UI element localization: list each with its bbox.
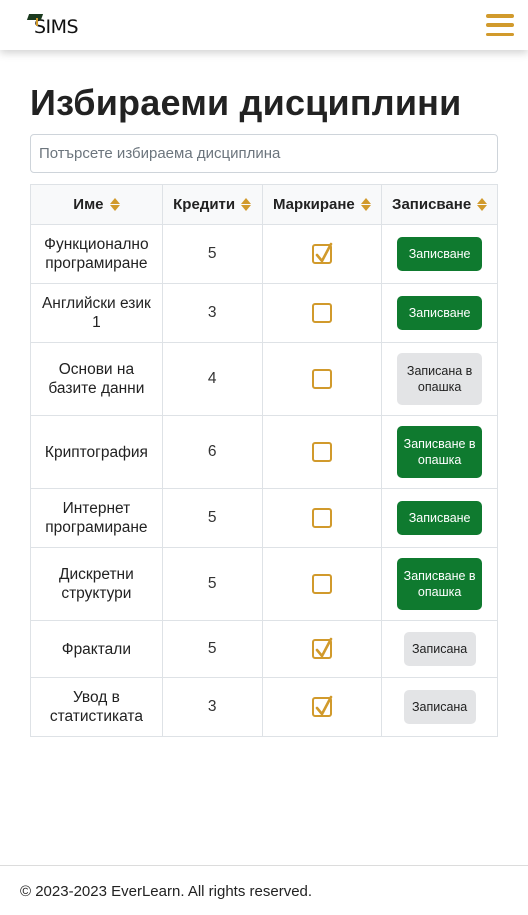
table-row: Английски език 1 3 Записване bbox=[30, 283, 498, 343]
column-header-name[interactable]: Име bbox=[30, 184, 163, 225]
course-name: Функционално програмиране bbox=[30, 224, 163, 284]
mark-checkbox[interactable] bbox=[311, 242, 333, 264]
course-credits: 5 bbox=[161, 224, 263, 284]
table-row: Основи на базите данни 4 Записана в опаш… bbox=[30, 342, 498, 416]
enrolled-status-button[interactable]: Записана bbox=[403, 690, 476, 724]
sort-icon bbox=[109, 198, 120, 211]
graduation-cap-icon bbox=[26, 12, 48, 38]
course-name: Основи на базите данни bbox=[30, 342, 163, 416]
mark-checkbox[interactable] bbox=[311, 369, 332, 389]
table-row: Дискретни структури 5 Записване в опашка bbox=[30, 547, 498, 621]
course-name: Английски език 1 bbox=[30, 283, 163, 343]
course-name: Интернет програмиране bbox=[30, 488, 163, 548]
hamburger-menu-icon[interactable] bbox=[486, 14, 514, 36]
course-credits: 3 bbox=[161, 283, 263, 343]
checkmark-icon bbox=[315, 242, 333, 263]
course-name: Дискретни структури bbox=[30, 547, 163, 621]
top-navbar: SIMS bbox=[0, 0, 528, 50]
enroll-button[interactable]: Записване bbox=[397, 237, 483, 271]
course-credits: 5 bbox=[161, 488, 263, 548]
table-row: Функционално програмиране 5 Записване bbox=[30, 224, 498, 284]
mark-checkbox[interactable] bbox=[311, 574, 332, 594]
table-row: Интернет програмиране 5 Записване bbox=[30, 488, 498, 548]
mark-checkbox[interactable] bbox=[311, 442, 332, 462]
mark-checkbox[interactable] bbox=[311, 508, 332, 528]
checkmark-icon bbox=[315, 695, 333, 716]
mark-checkbox[interactable] bbox=[311, 303, 332, 323]
course-credits: 6 bbox=[161, 415, 263, 489]
course-credits: 4 bbox=[161, 342, 263, 416]
page-title: Избираеми дисциплини bbox=[30, 82, 462, 123]
electives-table: Име Кредити Маркиране Записване Функцион… bbox=[30, 184, 498, 737]
course-credits: 5 bbox=[161, 620, 263, 678]
table-row: Увод в статистиката 3 Записана bbox=[30, 677, 498, 737]
column-header-enrollment[interactable]: Записване bbox=[381, 184, 498, 225]
table-row: Фрактали 5 Записана bbox=[30, 620, 498, 678]
copyright-text: © 2023-2023 EverLearn. All rights reserv… bbox=[20, 883, 313, 900]
search-input[interactable] bbox=[30, 134, 498, 173]
page-footer: © 2023-2023 EverLearn. All rights reserv… bbox=[0, 865, 528, 915]
course-name: Фрактали bbox=[30, 620, 163, 678]
course-credits: 3 bbox=[161, 677, 263, 737]
table-row: Криптография 6 Записване в опашка bbox=[30, 415, 498, 489]
course-name: Увод в статистиката bbox=[30, 677, 163, 737]
enroll-button[interactable]: Записване bbox=[397, 296, 483, 330]
mark-checkbox[interactable] bbox=[311, 695, 333, 717]
enroll-queue-button[interactable]: Записване в опашка bbox=[397, 558, 483, 610]
enroll-button[interactable]: Записване bbox=[397, 501, 483, 535]
table-header-row: Име Кредити Маркиране Записване bbox=[30, 184, 498, 225]
course-name: Криптография bbox=[30, 415, 163, 489]
column-header-marking[interactable]: Маркиране bbox=[261, 184, 383, 225]
sort-icon bbox=[360, 198, 371, 211]
course-credits: 5 bbox=[161, 547, 263, 621]
sort-icon bbox=[477, 198, 488, 211]
enroll-queue-button[interactable]: Записване в опашка bbox=[397, 426, 483, 478]
column-header-credits[interactable]: Кредити bbox=[161, 184, 263, 225]
enrolled-status-button[interactable]: Записана bbox=[403, 632, 476, 666]
checkmark-icon bbox=[315, 637, 333, 658]
sims-logo[interactable]: SIMS bbox=[26, 10, 79, 40]
queued-status-button[interactable]: Записана в опашка bbox=[397, 353, 483, 405]
sort-icon bbox=[241, 198, 252, 211]
mark-checkbox[interactable] bbox=[311, 637, 333, 659]
